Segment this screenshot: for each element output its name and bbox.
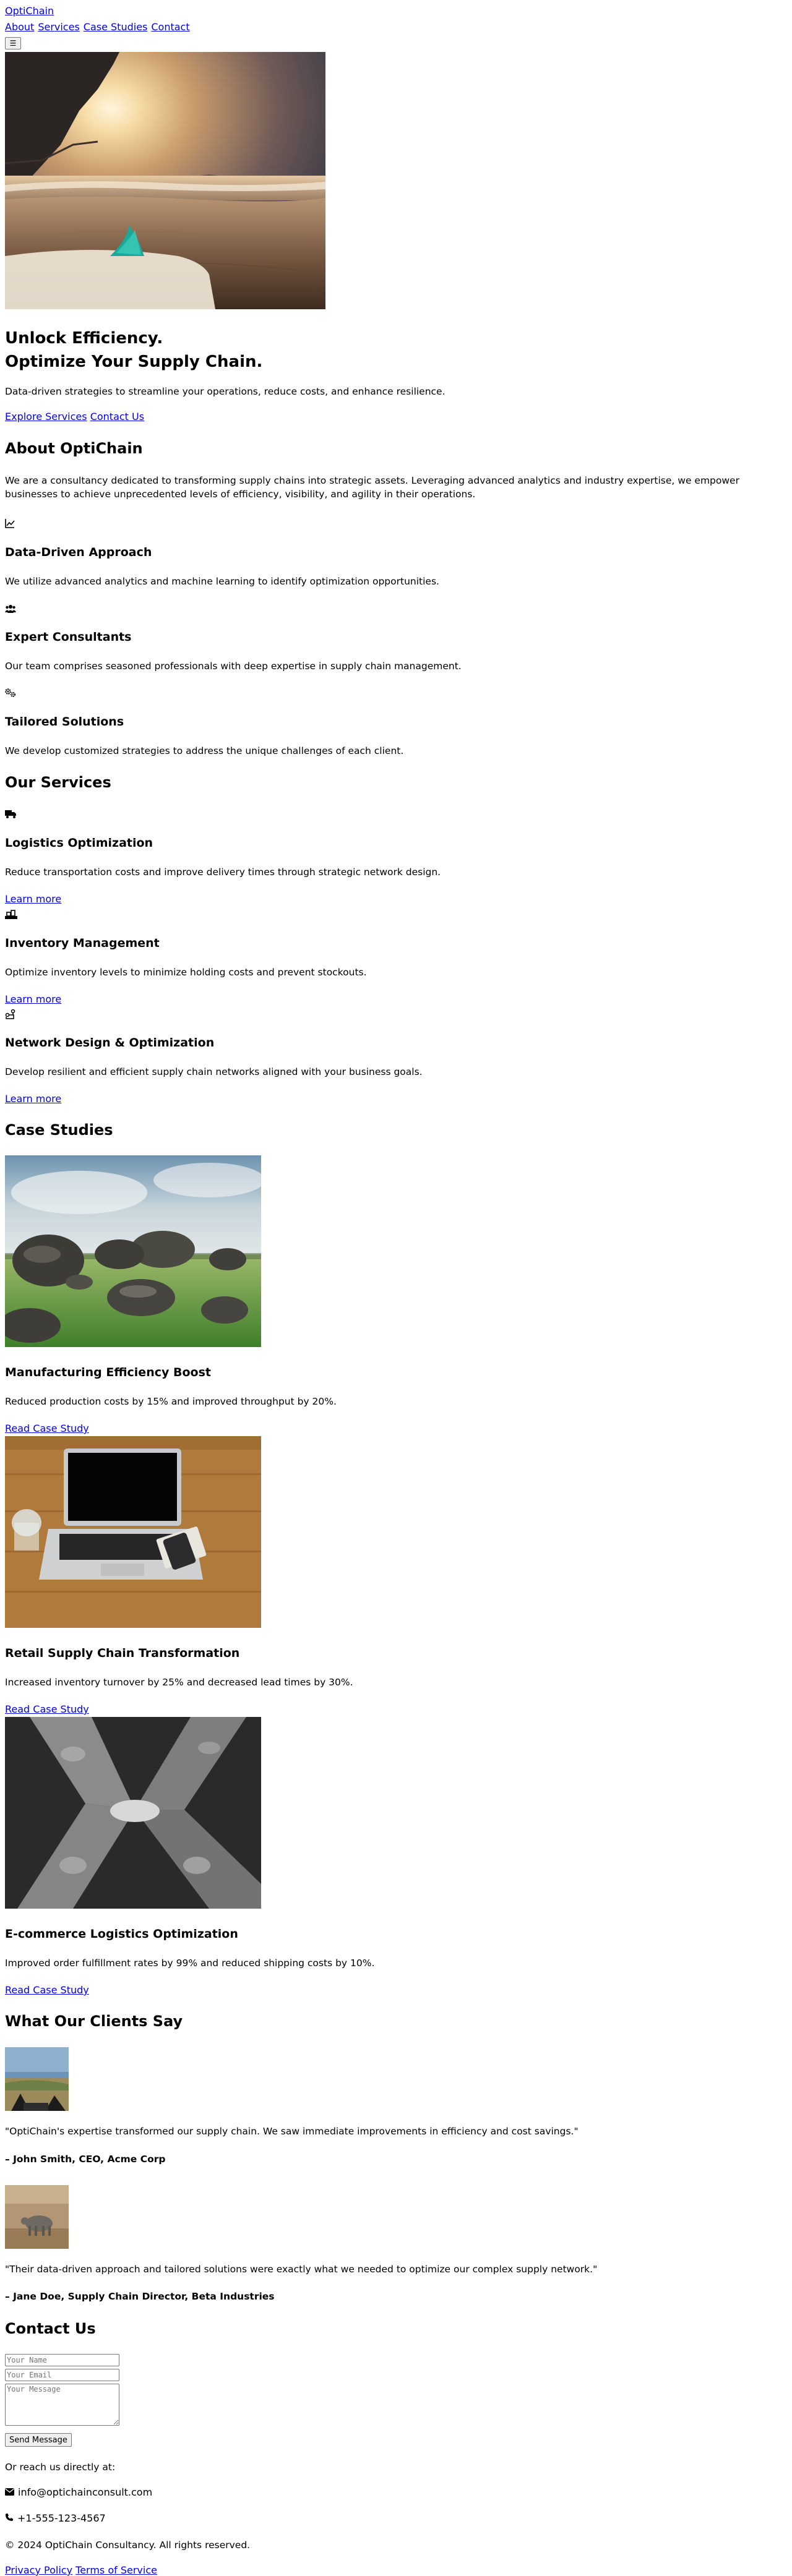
client-avatar [5, 2185, 69, 2249]
case-link-ecommerce[interactable]: Read Case Study [5, 1984, 89, 1996]
brand-logo-link[interactable]: OptiChain [5, 5, 54, 17]
service-link-inventory[interactable]: Learn more [5, 993, 61, 1005]
truck-icon [5, 809, 16, 820]
case-link-retail[interactable]: Read Case Study [5, 1703, 89, 1715]
case-title-manufacturing: Manufacturing Efficiency Boost [5, 1366, 211, 1379]
email-input[interactable] [5, 2369, 119, 2381]
feature-text-data-driven: We utilize advanced analytics and machin… [5, 576, 439, 587]
nav-case-studies[interactable]: Case Studies [84, 21, 148, 33]
message-textarea[interactable] [5, 2384, 119, 2426]
direct-contact-text: Or reach us directly at: [5, 2462, 116, 2473]
users-icon [5, 604, 16, 615]
explore-services-button[interactable]: Explore Services [5, 411, 87, 422]
main-nav: About Services Case Studies Contact [5, 21, 190, 33]
footer-links: Privacy Policy Terms of Service [5, 2564, 157, 2576]
case-title-ecommerce: E-commerce Logistics Optimization [5, 1927, 238, 1941]
service-link-logistics[interactable]: Learn more [5, 893, 61, 905]
menu-toggle-button[interactable]: ☰ [5, 37, 21, 49]
phone-icon [5, 2512, 14, 2524]
testimonial-quote: "OptiChain's expertise transformed our s… [5, 2126, 579, 2137]
gears-icon [5, 688, 16, 699]
service-title-inventory: Inventory Management [5, 936, 160, 950]
network-icon [5, 1009, 16, 1021]
testimonial-quote: "Their data-driven approach and tailored… [5, 2264, 598, 2275]
testimonial-author: – Jane Doe, Supply Chain Director, Beta … [5, 2291, 275, 2302]
case-title-retail: Retail Supply Chain Transformation [5, 1646, 240, 1660]
case-text-ecommerce: Improved order fulfillment rates by 99% … [5, 1958, 375, 1969]
contact-email-line: info@optichainconsult.com [5, 2486, 152, 2498]
hero-title-line-1: Unlock Efficiency. [5, 329, 163, 348]
contact-email[interactable]: info@optichainconsult.com [18, 2486, 152, 2498]
footer-copyright: © 2024 OptiChain Consultancy. All rights… [5, 2540, 251, 2551]
testimonials-heading: What Our Clients Say [5, 2013, 183, 2030]
service-link-network[interactable]: Learn more [5, 1093, 61, 1105]
feature-title-expert-consultants: Expert Consultants [5, 630, 132, 644]
case-link-manufacturing[interactable]: Read Case Study [5, 1423, 89, 1434]
hero-title: Unlock Efficiency. Optimize Your Supply … [5, 327, 262, 374]
laptop-desk-image [5, 1436, 261, 1628]
about-heading: About OptiChain [5, 440, 143, 457]
menu-icon: ☰ [9, 39, 17, 48]
service-text-inventory: Optimize inventory levels to minimize ho… [5, 967, 367, 978]
hero-subtitle: Data-driven strategies to streamline you… [5, 386, 446, 397]
feature-text-tailored-solutions: We develop customized strategies to addr… [5, 745, 404, 756]
case-text-retail: Increased inventory turnover by 25% and … [5, 1677, 353, 1688]
send-message-button[interactable]: Send Message [5, 2433, 72, 2447]
hero-image [5, 52, 325, 309]
hero-title-line-2: Optimize Your Supply Chain. [5, 353, 263, 371]
service-text-network: Develop resilient and efficient supply c… [5, 1066, 423, 1077]
feature-title-data-driven: Data-Driven Approach [5, 546, 152, 559]
nav-about[interactable]: About [5, 21, 34, 33]
feature-title-tailored-solutions: Tailored Solutions [5, 715, 124, 729]
nav-services[interactable]: Services [38, 21, 79, 33]
service-title-logistics: Logistics Optimization [5, 836, 153, 850]
feature-text-expert-consultants: Our team comprises seasoned professional… [5, 661, 462, 672]
testimonial-author: – John Smith, CEO, Acme Corp [5, 2154, 166, 2165]
privacy-policy-link[interactable]: Privacy Policy [5, 2564, 72, 2576]
architecture-image [5, 1717, 261, 1909]
contact-heading: Contact Us [5, 2320, 96, 2337]
contact-phone[interactable]: +1-555-123-4567 [17, 2512, 106, 2524]
about-text: We are a consultancy dedicated to transf… [5, 475, 739, 500]
contact-us-button[interactable]: Contact Us [90, 411, 144, 422]
envelope-icon [5, 2486, 14, 2498]
case-studies-heading: Case Studies [5, 1121, 113, 1139]
chart-line-icon [5, 518, 16, 529]
service-text-logistics: Reduce transportation costs and improve … [5, 867, 441, 878]
services-heading: Our Services [5, 774, 111, 791]
hero-cta-group: Explore Services Contact Us [5, 411, 144, 422]
name-input[interactable] [5, 2354, 119, 2366]
nav-contact[interactable]: Contact [151, 21, 189, 33]
rocks-field-image [5, 1155, 261, 1347]
client-avatar [5, 2047, 69, 2111]
terms-of-service-link[interactable]: Terms of Service [75, 2564, 157, 2576]
case-text-manufacturing: Reduced production costs by 15% and impr… [5, 1396, 337, 1407]
contact-phone-line: +1-555-123-4567 [5, 2512, 106, 2524]
warehouse-icon [5, 909, 17, 920]
service-title-network: Network Design & Optimization [5, 1036, 215, 1050]
